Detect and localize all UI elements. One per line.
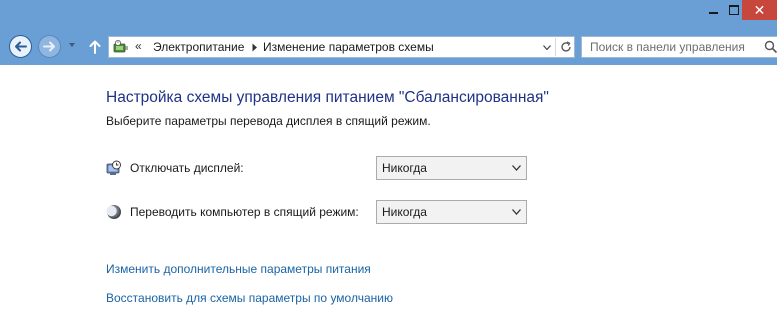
recent-pages-dropdown[interactable] <box>69 43 75 47</box>
turn-off-display-setting: Отключать дисплей: Никогда <box>106 156 536 180</box>
arrow-left-icon <box>15 41 27 52</box>
refresh-icon <box>561 41 571 52</box>
arrow-up-icon <box>89 40 101 54</box>
content-area: Настройка схемы управления питанием "Сба… <box>0 65 777 321</box>
chevron-down-icon <box>512 209 521 215</box>
control-panel-window: ✕ « Электропитание Изменение параметров … <box>0 0 777 321</box>
refresh-button[interactable] <box>559 39 573 55</box>
display-timer-icon <box>106 160 121 175</box>
search-input[interactable] <box>590 40 760 54</box>
address-bar[interactable]: « Электропитание Изменение параметров сх… <box>108 36 575 58</box>
navigation-bar: « Электропитание Изменение параметров сх… <box>0 28 777 65</box>
minimize-icon <box>709 12 718 14</box>
advanced-power-settings-link[interactable]: Изменить дополнительные параметры питани… <box>106 262 371 276</box>
page-title: Настройка схемы управления питанием "Сба… <box>106 89 549 106</box>
breadcrumb-edit-plan[interactable]: Изменение параметров схемы <box>263 40 434 54</box>
chevron-down-icon <box>512 165 521 171</box>
search-icon[interactable] <box>764 40 777 54</box>
sleep-setting: Переводить компьютер в спящий режим: Ник… <box>106 200 536 224</box>
sleep-moon-icon <box>106 205 121 219</box>
up-button[interactable] <box>86 37 104 57</box>
maximize-icon <box>729 5 739 15</box>
close-button[interactable]: ✕ <box>742 0 777 20</box>
power-options-icon <box>113 40 128 53</box>
breadcrumb-separator-icon[interactable] <box>252 43 258 52</box>
address-divider <box>555 38 556 56</box>
turn-off-display-select[interactable]: Никогда <box>376 156 527 180</box>
arrow-right-icon <box>43 41 55 52</box>
back-button[interactable] <box>9 35 32 58</box>
restore-defaults-link[interactable]: Восстановить для схемы параметры по умол… <box>106 291 393 305</box>
address-history-dropdown[interactable] <box>539 39 555 55</box>
address-overflow[interactable]: « <box>135 39 142 53</box>
sleep-label: Переводить компьютер в спящий режим: <box>130 205 359 219</box>
search-box[interactable] <box>581 36 777 58</box>
close-icon: ✕ <box>753 2 766 18</box>
turn-off-display-label: Отключать дисплей: <box>130 161 244 175</box>
page-subtitle: Выберите параметры перевода дисплея в сп… <box>106 114 431 128</box>
turn-off-display-value: Никогда <box>382 161 427 175</box>
sleep-value: Никогда <box>382 205 427 219</box>
sleep-select[interactable]: Никогда <box>376 200 527 224</box>
title-bar[interactable]: ✕ <box>0 0 777 28</box>
forward-button[interactable] <box>38 35 61 58</box>
breadcrumb-power-options[interactable]: Электропитание <box>153 40 244 54</box>
chevron-down-icon <box>543 44 551 50</box>
